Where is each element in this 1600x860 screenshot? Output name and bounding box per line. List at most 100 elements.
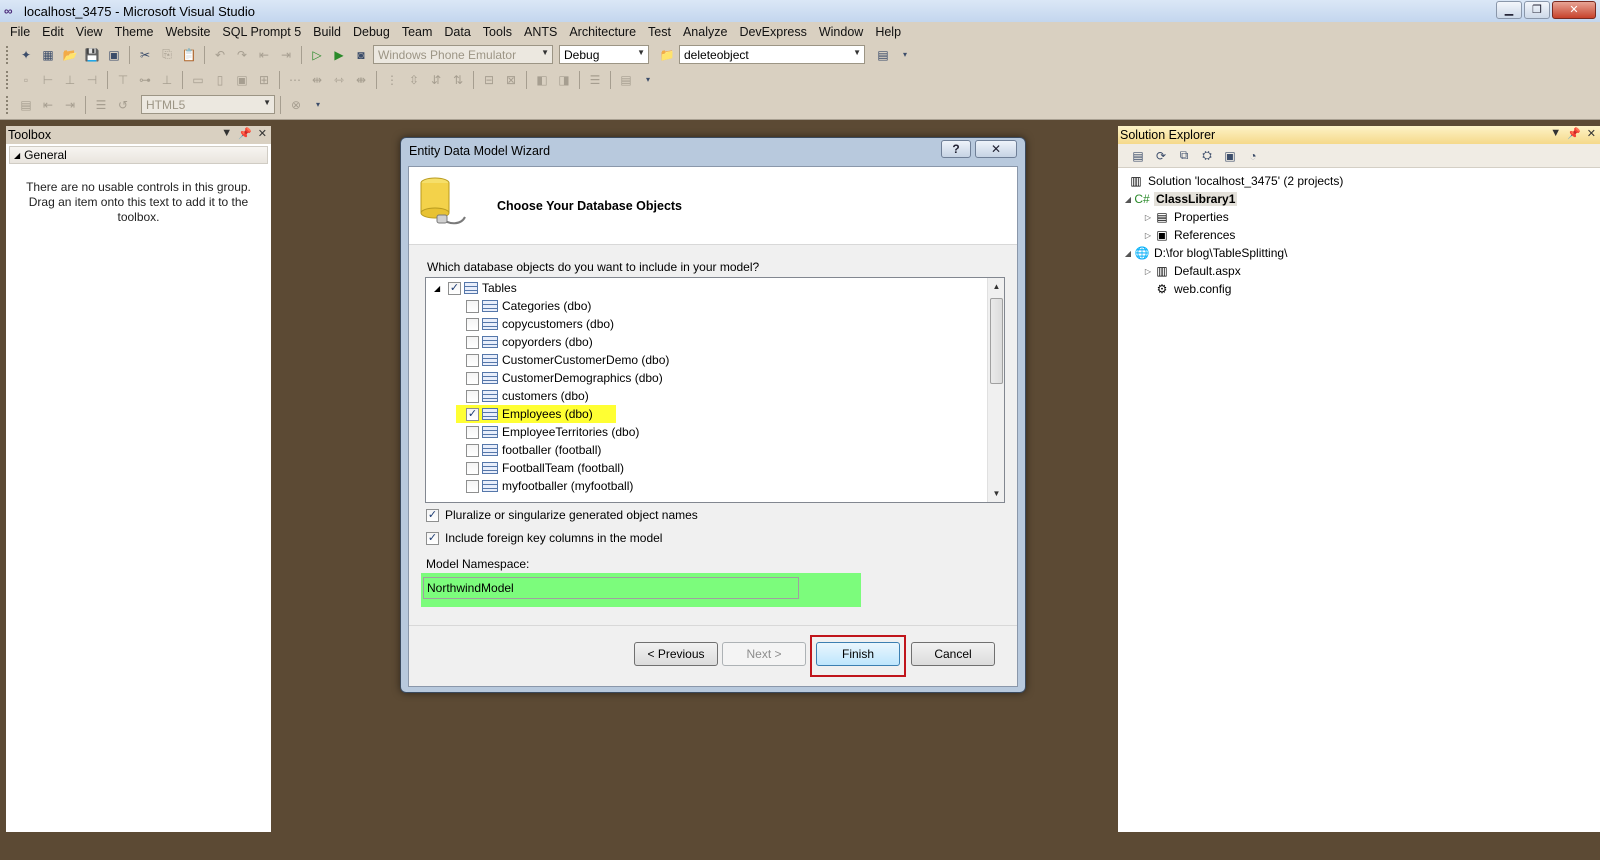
table-row[interactable]: CustomerDemographics (dbo)	[466, 369, 663, 387]
table-checkbox[interactable]	[466, 479, 479, 493]
align-centers-icon[interactable]: ⊥	[60, 70, 80, 90]
menu-debug[interactable]: Debug	[347, 22, 396, 42]
table-checkbox[interactable]	[466, 461, 479, 475]
foreign-key-option[interactable]: ✓ Include foreign key columns in the mod…	[426, 531, 662, 545]
tree-node-tables[interactable]: ◢ ✓ Tables	[434, 279, 517, 297]
close-icon[interactable]: ✕	[1552, 1, 1596, 19]
table-checkbox[interactable]	[466, 335, 479, 349]
table-row[interactable]: customers (dbo)	[466, 387, 589, 405]
table-checkbox[interactable]	[466, 317, 479, 331]
menu-edit[interactable]: Edit	[36, 22, 70, 42]
increase-v-spacing-icon[interactable]: ⇳	[404, 70, 424, 90]
solution-explorer-icon[interactable]: ▤	[873, 45, 893, 65]
window-position-icon[interactable]: ▼	[1550, 127, 1561, 140]
table-checkbox[interactable]	[466, 299, 479, 313]
comment-icon[interactable]: ☰	[91, 95, 111, 115]
aspnet-configuration-icon[interactable]: ◔	[1243, 146, 1263, 166]
menu-help[interactable]: Help	[869, 22, 907, 42]
menu-data[interactable]: Data	[438, 22, 476, 42]
scrollbar-thumb[interactable]	[990, 298, 1003, 384]
table-row[interactable]: Categories (dbo)	[466, 297, 591, 315]
paste-icon[interactable]: 📋	[179, 45, 199, 65]
format-icon[interactable]: ▤	[16, 95, 36, 115]
find-in-files-icon[interactable]: 📁	[657, 45, 677, 65]
table-checkbox[interactable]	[466, 353, 479, 367]
collapse-icon[interactable]: ◢	[1122, 195, 1134, 204]
help-button[interactable]: ?	[941, 140, 971, 158]
menu-file[interactable]: File	[4, 22, 36, 42]
finish-button[interactable]: Finish	[816, 642, 900, 666]
model-namespace-input[interactable]: NorthwindModel	[423, 577, 799, 599]
copy-website-icon[interactable]: ⛭	[1197, 146, 1217, 166]
menu-website[interactable]: Website	[159, 22, 216, 42]
table-row[interactable]: copycustomers (dbo)	[466, 315, 614, 333]
table-row[interactable]: EmployeeTerritories (dbo)	[466, 423, 639, 441]
redo-icon[interactable]: ↷	[232, 45, 252, 65]
align-lefts-icon[interactable]: ⊢	[38, 70, 58, 90]
table-row[interactable]: myfootballer (myfootball)	[466, 477, 633, 495]
menu-analyze[interactable]: Analyze	[677, 22, 733, 42]
close-panel-icon[interactable]: ✕	[258, 127, 267, 140]
make-same-size-icon[interactable]: ▣	[232, 70, 252, 90]
pin-icon[interactable]: 📌	[1567, 127, 1581, 140]
vertical-spacing-icon[interactable]: ⋮	[382, 70, 402, 90]
save-icon[interactable]: 💾	[82, 45, 102, 65]
expand-icon[interactable]: ▷	[1142, 231, 1154, 240]
start-without-debugging-icon[interactable]: ▷	[307, 45, 327, 65]
table-checkbox[interactable]	[466, 443, 479, 457]
table-row[interactable]: CustomerCustomerDemo (dbo)	[466, 351, 669, 369]
toolbar-grip[interactable]	[6, 70, 10, 89]
collapse-icon[interactable]: ◢	[1122, 249, 1134, 258]
window-position-icon[interactable]: ▼	[221, 127, 232, 140]
save-all-icon[interactable]: ▣	[104, 45, 124, 65]
remove-v-spacing-icon[interactable]: ⇅	[448, 70, 468, 90]
scroll-up-icon[interactable]: ▲	[988, 278, 1004, 295]
menu-view[interactable]: View	[70, 22, 109, 42]
close-panel-icon[interactable]: ✕	[1587, 127, 1596, 140]
browser-icon[interactable]: ◙	[351, 45, 371, 65]
toolbar-grip[interactable]	[6, 45, 10, 64]
next-button[interactable]: Next >	[722, 642, 806, 666]
indent-icon[interactable]: ⇥	[60, 95, 80, 115]
refresh-icon[interactable]: ⟳	[1151, 146, 1171, 166]
tree-node-website[interactable]: ◢ 🌐 D:\for blog\TableSplitting\	[1118, 244, 1600, 262]
decrease-h-spacing-icon[interactable]: ⇿	[329, 70, 349, 90]
menu-theme[interactable]: Theme	[109, 22, 160, 42]
navigate-forward-icon[interactable]: ⇥	[276, 45, 296, 65]
pluralize-option[interactable]: ✓ Pluralize or singularize generated obj…	[426, 508, 698, 522]
previous-button[interactable]: < Previous	[634, 642, 718, 666]
center-horizontally-icon[interactable]: ⊟	[479, 70, 499, 90]
align-tops-icon[interactable]: ⊤	[113, 70, 133, 90]
show-all-files-icon[interactable]: ⧉	[1174, 146, 1194, 166]
table-row[interactable]: footballer (football)	[466, 441, 601, 459]
pluralize-checkbox[interactable]: ✓	[426, 508, 439, 522]
scroll-down-icon[interactable]: ▼	[988, 485, 1004, 502]
database-objects-tree[interactable]: ◢ ✓ Tables Categories (dbo) copycustomer…	[425, 277, 1005, 503]
target-device-dropdown[interactable]: Windows Phone Emulator ▼	[373, 45, 553, 64]
menu-window[interactable]: Window	[813, 22, 869, 42]
dialog-close-icon[interactable]: ✕	[975, 140, 1017, 158]
navigate-backward-icon[interactable]: ⇤	[254, 45, 274, 65]
snap-to-grid-icon[interactable]: ▫	[16, 70, 36, 90]
menu-sql-prompt[interactable]: SQL Prompt 5	[216, 22, 307, 42]
tree-node-web-config[interactable]: ⚙ web.config	[1118, 280, 1600, 298]
table-row-employees[interactable]: ✓ Employees (dbo)	[456, 405, 616, 423]
open-file-icon[interactable]: 📂	[60, 45, 80, 65]
new-project-icon[interactable]: ✦	[16, 45, 36, 65]
add-item-icon[interactable]: ▦	[38, 45, 58, 65]
toolbox-group-general[interactable]: ◢ General	[9, 146, 268, 164]
tree-node-default-aspx[interactable]: ▷ ▥ Default.aspx	[1118, 262, 1600, 280]
toolbar-grip[interactable]	[6, 95, 10, 114]
table-checkbox[interactable]	[466, 389, 479, 403]
outdent-icon[interactable]: ⇤	[38, 95, 58, 115]
properties-icon[interactable]: ▤	[1128, 146, 1148, 166]
nest-related-files-icon[interactable]: ▣	[1220, 146, 1240, 166]
check-accessibility-icon[interactable]: ⊗	[286, 95, 306, 115]
tree-node-solution[interactable]: ▥ Solution 'localhost_3475' (2 projects)	[1118, 172, 1600, 190]
decrease-v-spacing-icon[interactable]: ⇵	[426, 70, 446, 90]
increase-h-spacing-icon[interactable]: ⇹	[307, 70, 327, 90]
lock-controls-icon[interactable]: ▤	[616, 70, 636, 90]
tree-node-classlibrary[interactable]: ◢ C# ClassLibrary1	[1118, 190, 1600, 208]
bring-to-front-icon[interactable]: ◧	[532, 70, 552, 90]
size-to-grid-icon[interactable]: ⊞	[254, 70, 274, 90]
